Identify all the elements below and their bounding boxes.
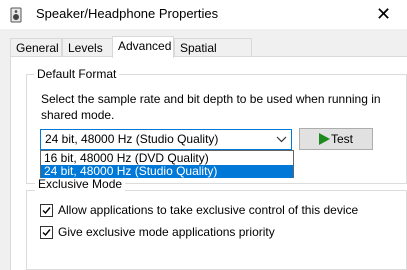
checkmark-icon: [42, 207, 51, 215]
exclusive-control-label: Allow applications to take exclusive con…: [58, 203, 359, 217]
tab-strip: General Levels Advanced Spatial sound: [10, 36, 400, 73]
chevron-down-icon: [276, 136, 287, 143]
dropdown-option-24bit[interactable]: 24 bit, 48000 Hz (Studio Quality): [41, 165, 293, 178]
exclusive-priority-label: Give exclusive mode applications priorit…: [58, 225, 275, 239]
default-format-description: Select the sample rate and bit depth to …: [41, 92, 381, 122]
tab-advanced[interactable]: Advanced: [112, 36, 174, 58]
sample-rate-dropdown-list: 16 bit, 48000 Hz (DVD Quality) 24 bit, 4…: [40, 150, 294, 178]
checkmark-icon: [42, 229, 51, 237]
exclusive-mode-label: Exclusive Mode: [35, 177, 126, 191]
close-button[interactable]: ✕: [360, 0, 407, 29]
sample-rate-selected-value: 24 bit, 48000 Hz (Studio Quality): [45, 132, 219, 146]
exclusive-control-checkbox[interactable]: [40, 204, 53, 217]
test-button-label: Test: [330, 132, 353, 146]
play-icon: [318, 133, 330, 145]
exclusive-priority-checkbox[interactable]: [40, 226, 53, 239]
speaker-icon: [10, 7, 22, 23]
close-icon: ✕: [375, 4, 392, 24]
sample-rate-select[interactable]: 24 bit, 48000 Hz (Studio Quality): [40, 129, 292, 150]
tab-levels[interactable]: Levels: [62, 38, 113, 57]
default-format-label: Default Format: [34, 67, 120, 81]
test-button[interactable]: Test: [299, 128, 373, 150]
tab-general[interactable]: General: [10, 38, 62, 57]
window-title: Speaker/Headphone Properties: [36, 6, 219, 21]
tab-spatial-sound[interactable]: Spatial sound: [174, 38, 252, 73]
title-bar: Speaker/Headphone Properties ✕: [0, 0, 407, 29]
